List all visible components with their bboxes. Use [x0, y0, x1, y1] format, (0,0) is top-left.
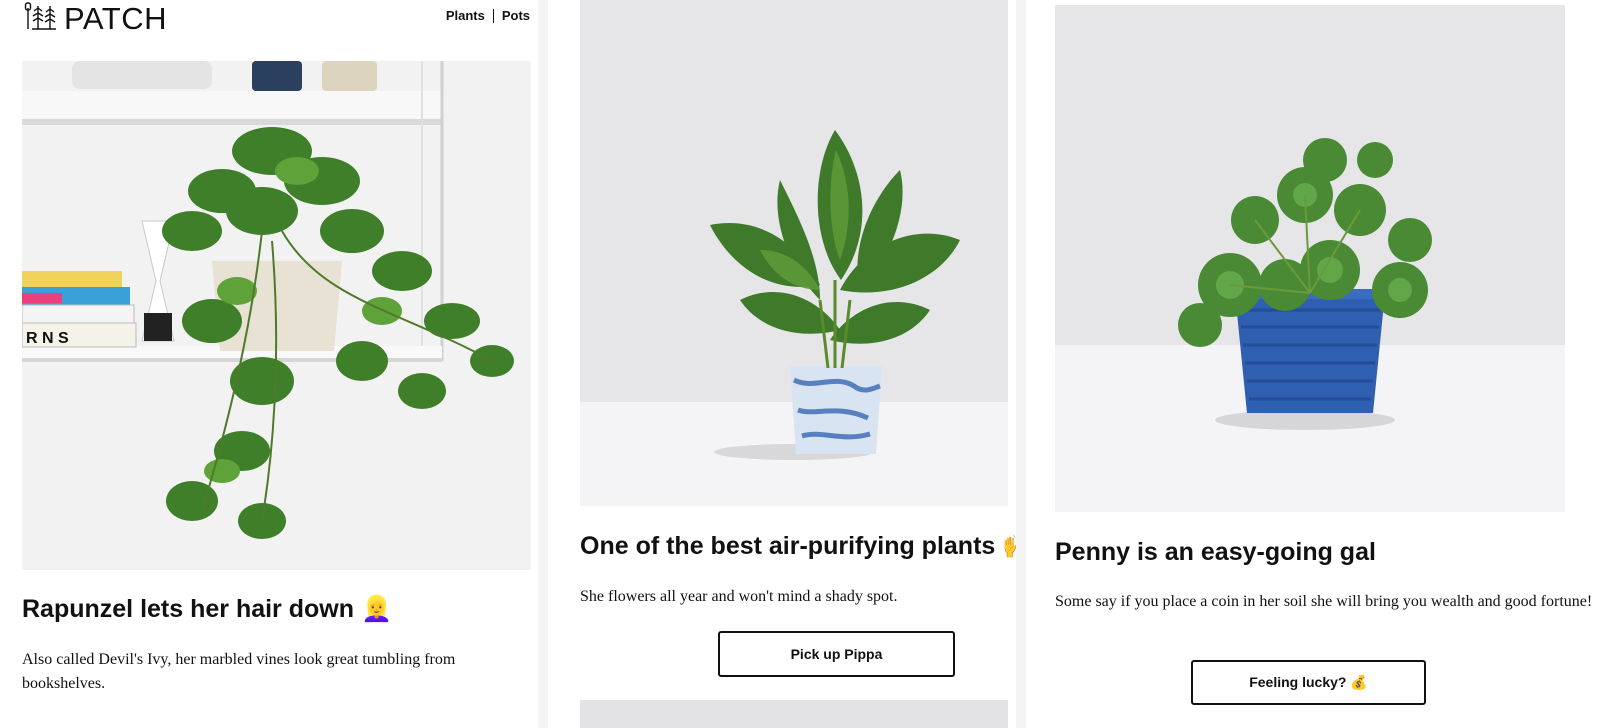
card-description: Some say if you place a coin in her soil…	[1055, 593, 1593, 610]
product-image-peace-lily[interactable]	[580, 0, 1008, 506]
svg-text:R N S: R N S	[26, 330, 69, 347]
card-title: Rapunzel lets her hair down 👱‍♀️	[22, 595, 393, 623]
feeling-lucky-button[interactable]: Feeling lucky? 💰	[1191, 660, 1426, 705]
column-gutter	[538, 0, 548, 728]
product-card-peace-lily: One of the best air-purifying plants 🙌 S…	[548, 0, 1016, 728]
brand-name: PATCH	[64, 0, 167, 36]
column-gutter	[1016, 0, 1026, 728]
product-card-pilea: Penny is an easy-going gal Some say if y…	[1026, 0, 1610, 728]
card-description: She flowers all year and won't mind a sh…	[580, 588, 898, 605]
raised-hands-emoji-icon: 🙌	[1002, 532, 1016, 560]
pick-up-pippa-button[interactable]: Pick up Pippa	[718, 631, 955, 677]
card-title: One of the best air-purifying plants 🙌	[580, 532, 1016, 561]
plant-tools-icon	[24, 2, 58, 35]
nav-divider	[492, 8, 494, 23]
product-image-pothos[interactable]: R N S	[22, 61, 531, 570]
card-description: Also called Devil's Ivy, her marbled vin…	[22, 651, 456, 692]
next-product-image-edge	[580, 700, 1008, 728]
product-card-pothos: PATCH Plants Pots R N S Rapunzel lets he…	[0, 0, 538, 728]
product-image-pilea[interactable]	[1055, 5, 1565, 512]
card-title: Penny is an easy-going gal	[1055, 538, 1376, 566]
nav-link-pots[interactable]: Pots	[502, 8, 530, 23]
main-nav: Plants Pots	[446, 8, 530, 23]
brand-logo[interactable]: PATCH	[24, 2, 167, 35]
nav-link-plants[interactable]: Plants	[446, 8, 485, 23]
woman-emoji-icon: 👱‍♀️	[360, 595, 393, 623]
